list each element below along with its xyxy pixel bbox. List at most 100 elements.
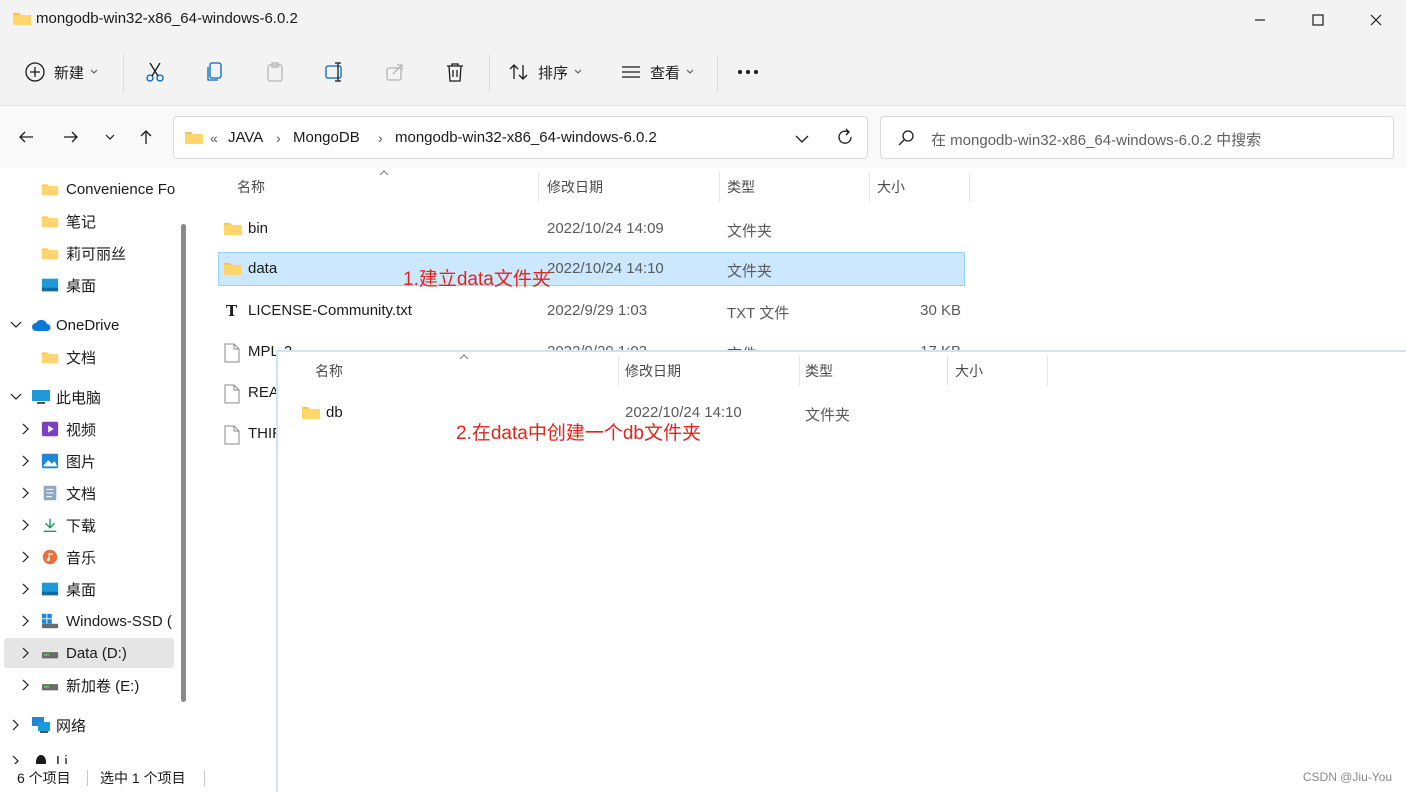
file-name: bin [248, 220, 269, 237]
search-input[interactable]: 在 mongodb-win32-x86_64-windows-6.0.2 中搜索 [880, 116, 1394, 159]
column-header-date[interactable]: 修改日期 [625, 352, 681, 390]
sidebar-item-documents-onedrive[interactable]: 文档 [0, 342, 176, 372]
sidebar-item-new-volume[interactable]: 新加卷 (E:) [0, 670, 176, 700]
column-divider[interactable] [969, 172, 970, 202]
view-button[interactable]: 查看 [620, 54, 694, 90]
rename-button[interactable] [324, 54, 346, 90]
delete-button[interactable] [444, 54, 466, 90]
column-divider[interactable] [719, 172, 720, 202]
sidebar-item-convenience[interactable]: Convenience Fo [0, 174, 176, 204]
chevron-right-icon[interactable] [20, 423, 32, 435]
chevron-right-icon[interactable] [20, 647, 32, 659]
file-row-data[interactable]: data 2022/10/24 14:10 文件夹 [218, 252, 965, 286]
overflow-chevron-icon[interactable]: « [210, 130, 218, 146]
close-button[interactable] [1347, 0, 1405, 40]
sidebar-item-videos[interactable]: 视频 [0, 414, 176, 444]
column-header-date[interactable]: 修改日期 [547, 168, 603, 206]
column-divider[interactable] [869, 172, 870, 202]
column-divider[interactable] [799, 356, 800, 386]
column-divider[interactable] [1047, 356, 1048, 386]
sidebar-item-downloads[interactable]: 下载 [0, 510, 176, 540]
chevron-right-icon[interactable] [20, 583, 32, 595]
chevron-right-icon[interactable] [20, 487, 32, 499]
address-history-button[interactable] [795, 131, 809, 148]
recent-locations-button[interactable] [95, 122, 125, 152]
file-date: 2022/10/24 14:10 [547, 260, 664, 277]
sidebar-item-network[interactable]: 网络 [0, 710, 176, 740]
navigation-row: « JAVA › MongoDB › mongodb-win32-x86_64-… [0, 106, 1406, 168]
search-icon [897, 129, 915, 151]
annotation-step-2: 2.在data中创建一个db文件夹 [456, 423, 701, 444]
share-button[interactable] [384, 54, 406, 90]
chevron-down-icon[interactable] [10, 391, 22, 403]
address-bar[interactable]: « JAVA › MongoDB › mongodb-win32-x86_64-… [173, 116, 868, 159]
column-header-size[interactable]: 大小 [955, 352, 983, 390]
sidebar-item-desktop[interactable]: 桌面 [0, 270, 176, 300]
video-icon [41, 421, 59, 437]
refresh-button[interactable] [836, 128, 854, 150]
chevron-right-icon[interactable] [20, 519, 32, 531]
file-row-license[interactable]: T LICENSE-Community.txt 2022/9/29 1:03 T… [218, 294, 965, 328]
up-button[interactable] [131, 122, 161, 152]
forward-button[interactable] [56, 122, 86, 152]
sidebar-item-label: 桌面 [66, 277, 97, 295]
breadcrumb-current[interactable]: mongodb-win32-x86_64-windows-6.0.2 [395, 129, 657, 146]
breadcrumb-separator-icon[interactable]: › [276, 130, 281, 146]
sidebar-item-label: 音乐 [66, 549, 97, 567]
new-button[interactable]: 新建 [24, 54, 98, 90]
file-row-bin[interactable]: bin 2022/10/24 14:09 文件夹 [218, 212, 965, 246]
chevron-right-icon[interactable] [20, 679, 32, 691]
sidebar-item-data-drive[interactable]: Data (D:) [4, 638, 174, 668]
chevron-right-icon[interactable] [10, 755, 22, 764]
column-header-type[interactable]: 类型 [727, 168, 755, 206]
file-icon [224, 384, 240, 404]
chevron-right-icon[interactable] [20, 551, 32, 563]
column-header-name[interactable]: 名称 [237, 168, 265, 206]
breadcrumb-mongodb[interactable]: MongoDB [293, 129, 360, 146]
file-type: 文件夹 [805, 407, 851, 424]
sidebar-item-windows-ssd[interactable]: Windows-SSD ( [0, 606, 176, 636]
column-header-name[interactable]: 名称 [315, 352, 343, 390]
sidebar-item-this-pc[interactable]: 此电脑 [0, 382, 176, 412]
maximize-button[interactable] [1289, 0, 1347, 40]
rename-icon [325, 62, 342, 82]
sidebar-item-pictures[interactable]: 图片 [0, 446, 176, 476]
column-header-type[interactable]: 类型 [805, 352, 833, 390]
sidebar-item-linux[interactable]: Li [0, 746, 176, 764]
window-title: mongodb-win32-x86_64-windows-6.0.2 [36, 10, 298, 27]
plus-circle-icon [25, 62, 45, 82]
sidebar-item-notes[interactable]: 笔记 [0, 206, 176, 236]
sidebar-item-label: 下载 [66, 517, 97, 535]
file-type: 文件夹 [727, 223, 773, 240]
minimize-button[interactable] [1231, 0, 1289, 40]
copy-button[interactable] [204, 54, 226, 90]
cut-button[interactable] [144, 54, 166, 90]
sort-label: 排序 [538, 64, 569, 82]
sort-button[interactable]: 排序 [508, 54, 582, 90]
breadcrumb-separator-icon[interactable]: › [378, 130, 383, 146]
column-divider[interactable] [947, 356, 948, 386]
file-size: 30 KB [920, 302, 961, 319]
more-button[interactable] [736, 54, 760, 90]
network-icon [32, 717, 50, 733]
sort-ascending-icon [459, 354, 469, 360]
sidebar-item-lycoris[interactable]: 莉可丽丝 [0, 238, 176, 268]
column-header-size[interactable]: 大小 [877, 168, 905, 206]
chevron-right-icon[interactable] [10, 719, 22, 731]
sidebar-item-onedrive[interactable]: OneDrive [0, 310, 176, 340]
paste-button[interactable] [264, 54, 286, 90]
column-divider[interactable] [538, 172, 539, 202]
back-button[interactable] [11, 122, 41, 152]
sidebar-item-music[interactable]: 音乐 [0, 542, 176, 572]
sidebar-item-desktop-pc[interactable]: 桌面 [0, 574, 176, 604]
breadcrumb-java[interactable]: JAVA [228, 129, 263, 146]
chevron-right-icon[interactable] [20, 455, 32, 467]
chevron-right-icon[interactable] [20, 615, 32, 627]
folder-icon [12, 10, 32, 30]
sidebar-scrollbar[interactable] [181, 224, 186, 702]
column-divider[interactable] [618, 356, 619, 386]
music-icon [42, 549, 58, 565]
sidebar-item-documents[interactable]: 文档 [0, 478, 176, 508]
chevron-down-icon[interactable] [10, 319, 22, 331]
desktop-icon [41, 582, 59, 596]
